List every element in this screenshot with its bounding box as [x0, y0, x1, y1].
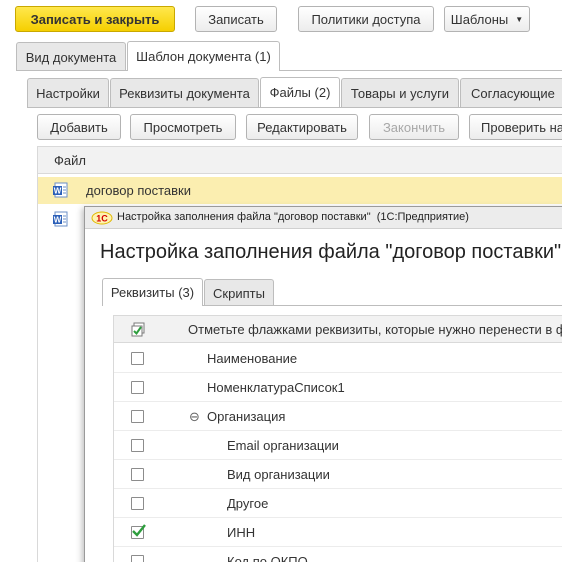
save-button[interactable]: Записать: [195, 6, 277, 32]
checkbox[interactable]: [131, 439, 144, 452]
tab-approvers-label: Согласующие: [471, 85, 555, 101]
inner-tabs-divider: [27, 107, 562, 108]
list-item[interactable]: НоменклатураСписок1: [113, 373, 562, 402]
outer-tabs-divider: [16, 70, 562, 71]
save-label: Записать: [208, 11, 264, 27]
svg-text:1С: 1С: [96, 214, 108, 224]
requisite-label: Код по ОКПО: [227, 554, 308, 562]
requisite-label: Организация: [207, 409, 286, 424]
svg-text:W: W: [54, 216, 62, 225]
tab-document-template[interactable]: Шаблон документа (1): [127, 41, 280, 71]
requisite-label: Другое: [227, 496, 269, 511]
tab-requisites-label: Реквизиты (3): [110, 285, 195, 300]
save-and-close-button[interactable]: Записать и закрыть: [15, 6, 175, 32]
save-and-close-label: Записать и закрыть: [30, 11, 160, 27]
tab-document-template-label: Шаблон документа (1): [136, 49, 271, 64]
1c-logo-icon: 1С: [91, 211, 113, 225]
view-file-label: Просмотреть: [143, 119, 223, 135]
edit-file-label: Редактировать: [257, 119, 347, 135]
tab-files-label: Файлы (2): [269, 85, 331, 100]
list-item[interactable]: ⊖ Организация: [113, 402, 562, 431]
requisite-label: Вид организации: [227, 467, 330, 482]
tab-document-type[interactable]: Вид документа: [16, 42, 126, 71]
edit-file-button[interactable]: Редактировать: [246, 114, 358, 140]
finish-editing-label: Закончить: [382, 119, 446, 135]
tab-files[interactable]: Файлы (2): [260, 77, 340, 107]
tab-settings-label: Настройки: [36, 85, 100, 101]
checkbox[interactable]: [131, 497, 144, 510]
check-label: Проверить на: [481, 119, 562, 135]
requisite-label: ИНН: [227, 525, 256, 540]
grid-left-border: [113, 315, 114, 562]
word-document-icon: W: [53, 182, 68, 198]
add-file-button[interactable]: Добавить: [37, 114, 121, 140]
checkbox[interactable]: [131, 468, 144, 481]
checkbox[interactable]: [131, 555, 144, 562]
check-icon: [132, 524, 146, 537]
tab-document-type-label: Вид документа: [25, 49, 117, 65]
word-document-icon: W: [53, 211, 68, 227]
checkbox-checked[interactable]: [131, 524, 146, 539]
access-policies-label: Политики доступа: [311, 11, 421, 27]
tab-document-requisites[interactable]: Реквизиты документа: [110, 78, 259, 107]
list-item[interactable]: ИНН: [113, 518, 562, 547]
templates-button[interactable]: Шаблоны ▼: [444, 6, 530, 32]
check-button[interactable]: Проверить на: [469, 114, 562, 140]
list-item[interactable]: Другое: [113, 489, 562, 518]
view-file-button[interactable]: Просмотреть: [130, 114, 236, 140]
requisite-label: Наименование: [207, 351, 298, 366]
checkbox[interactable]: [131, 352, 144, 365]
tab-goods-services[interactable]: Товары и услуги: [341, 78, 459, 107]
file-name: договор поставки: [86, 183, 191, 198]
tab-goods-services-label: Товары и услуги: [350, 85, 450, 101]
tab-scripts[interactable]: Скрипты: [204, 279, 274, 306]
fill-settings-dialog: 1С Настройка заполнения файла "договор п…: [84, 206, 562, 562]
files-left-border: [37, 146, 38, 562]
finish-editing-button[interactable]: Закончить: [369, 114, 459, 140]
grid-header-text: Отметьте флажками реквизиты, которые нуж…: [188, 322, 562, 337]
list-item[interactable]: Email организации: [113, 431, 562, 460]
column-file-header[interactable]: Файл: [54, 153, 86, 168]
templates-label: Шаблоны: [450, 11, 509, 27]
list-item[interactable]: Код по ОКПО: [113, 547, 562, 562]
checkbox[interactable]: [131, 381, 144, 394]
dialog-titlebar[interactable]: 1С Настройка заполнения файла "договор п…: [85, 207, 562, 229]
requisites-grid-header: Отметьте флажками реквизиты, которые нуж…: [113, 315, 562, 343]
svg-text:W: W: [54, 187, 62, 196]
collapse-icon[interactable]: ⊖: [189, 402, 200, 431]
list-item[interactable]: Вид организации: [113, 460, 562, 489]
files-table-header: Файл: [37, 146, 562, 174]
list-item[interactable]: Наименование: [113, 344, 562, 373]
requisite-label: НоменклатураСписок1: [207, 380, 345, 395]
tab-scripts-label: Скрипты: [213, 285, 265, 301]
table-row[interactable]: W договор поставки: [37, 177, 562, 204]
tab-requisites[interactable]: Реквизиты (3): [102, 278, 203, 306]
tab-settings[interactable]: Настройки: [27, 78, 109, 107]
add-file-label: Добавить: [50, 119, 108, 135]
dialog-app-title: Настройка заполнения файла "договор пост…: [117, 211, 469, 223]
check-all-icon[interactable]: [131, 322, 146, 337]
requisite-label: Email организации: [227, 438, 339, 453]
tab-approvers[interactable]: Согласующие: [460, 78, 562, 107]
chevron-down-icon: ▼: [515, 14, 524, 24]
dialog-heading: Настройка заполнения файла "договор пост…: [100, 241, 562, 263]
access-policies-button[interactable]: Политики доступа: [298, 6, 434, 32]
tab-document-requisites-label: Реквизиты документа: [119, 85, 250, 101]
checkbox[interactable]: [131, 410, 144, 423]
table-row[interactable]: W: [37, 206, 87, 233]
